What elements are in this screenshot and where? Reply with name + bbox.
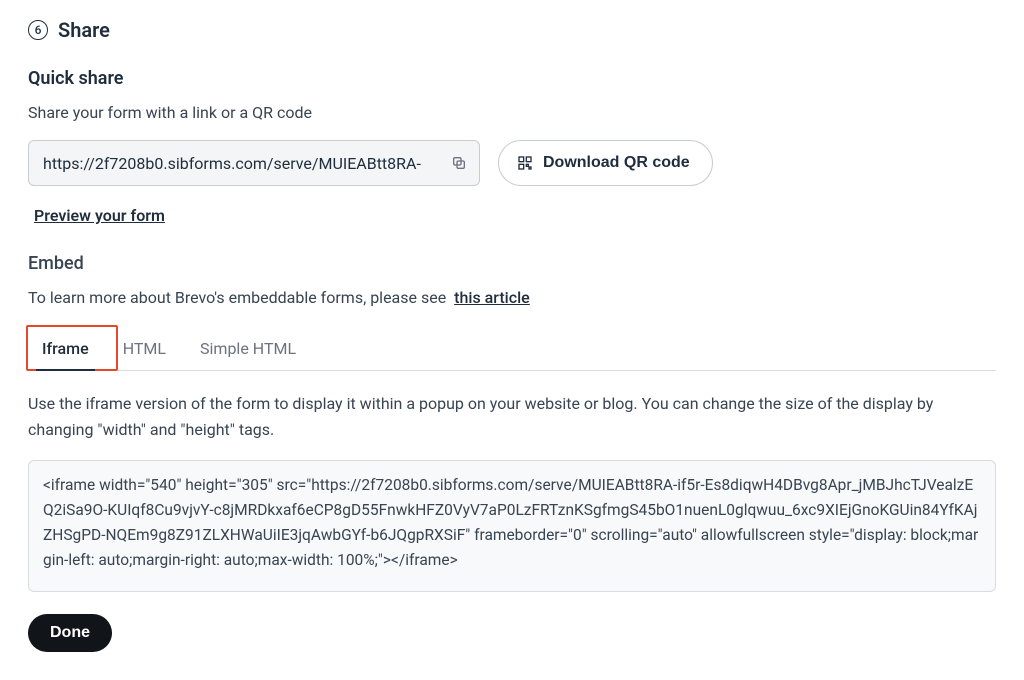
qr-code-icon: [517, 155, 533, 171]
download-qr-button[interactable]: Download QR code: [498, 140, 713, 186]
embed-help-text: To learn more about Brevo's embeddable f…: [28, 288, 996, 307]
copy-url-button[interactable]: [445, 149, 473, 177]
share-step-panel: 6 Share Quick share Share your form with…: [0, 0, 1024, 680]
share-url-input[interactable]: [41, 153, 437, 174]
quick-share-heading: Quick share: [28, 68, 996, 89]
step-number-badge: 6: [28, 20, 48, 40]
download-qr-label: Download QR code: [543, 154, 690, 172]
embed-tabs: Iframe HTML Simple HTML: [28, 329, 996, 371]
preview-form-link[interactable]: Preview your form: [34, 206, 165, 225]
quick-share-subtext: Share your form with a link or a QR code: [28, 103, 996, 122]
copy-icon: [451, 155, 467, 171]
iframe-code-textarea[interactable]: [28, 460, 996, 592]
embed-heading: Embed: [28, 253, 996, 274]
tab-simple-html[interactable]: Simple HTML: [186, 329, 310, 370]
step-title: Share: [58, 18, 110, 42]
embed-help-article-link[interactable]: this article: [454, 288, 530, 307]
embed-help-prefix: To learn more about Brevo's embeddable f…: [28, 288, 446, 307]
step-header: 6 Share: [28, 18, 996, 42]
tab-iframe[interactable]: Iframe: [28, 329, 103, 370]
quick-share-row: Download QR code: [28, 140, 996, 186]
done-button[interactable]: Done: [28, 614, 112, 652]
tab-html[interactable]: HTML: [109, 329, 180, 370]
iframe-tab-description: Use the iframe version of the form to di…: [28, 391, 996, 442]
share-url-field-wrapper: [28, 140, 480, 186]
